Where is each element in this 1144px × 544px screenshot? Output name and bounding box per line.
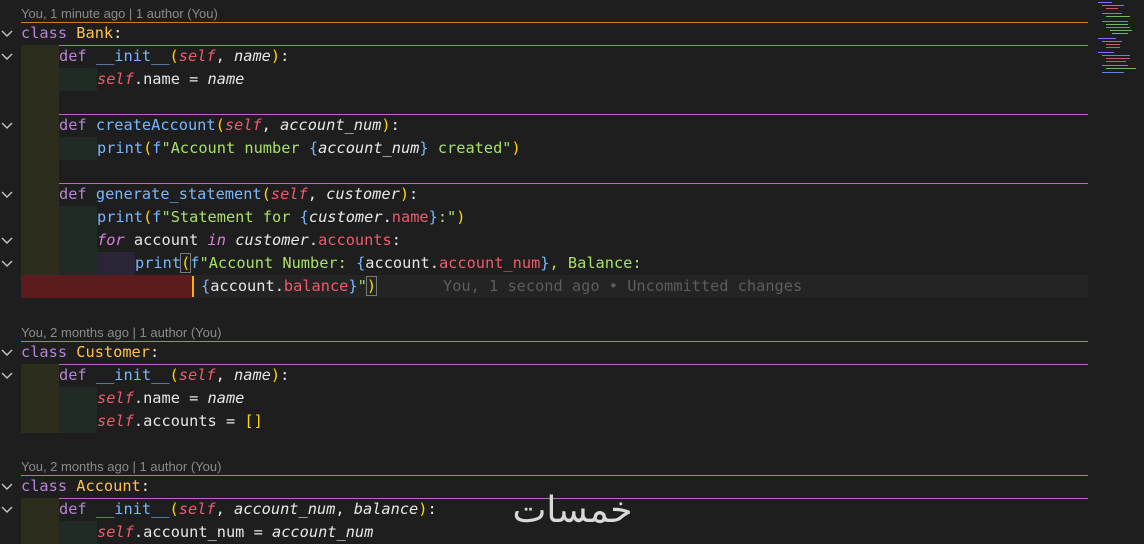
code-line: class Customer: xyxy=(0,341,1088,364)
code-editor[interactable]: You, 1 minute ago | 1 author (You) class… xyxy=(0,0,1088,544)
code-line: def createAccount(self, account_num): xyxy=(0,114,1088,137)
fold-chevron-icon[interactable] xyxy=(1,257,13,269)
fold-chevron-icon[interactable] xyxy=(1,119,13,131)
fold-chevron-icon[interactable] xyxy=(1,369,13,381)
code-line: self.name = name xyxy=(0,68,1088,91)
code-line: print(f"Account number {account_num} cre… xyxy=(0,137,1088,160)
code-line: class Bank: xyxy=(0,22,1088,45)
fold-chevron-icon[interactable] xyxy=(1,27,13,39)
code-line: def __init__(self, name): xyxy=(0,45,1088,68)
codelens-bank[interactable]: You, 1 minute ago | 1 author (You) xyxy=(21,4,218,24)
fold-chevron-icon[interactable] xyxy=(1,188,13,200)
codelens-account[interactable]: You, 2 months ago | 1 author (You) xyxy=(21,457,221,477)
fold-chevron-icon[interactable] xyxy=(1,50,13,62)
fold-chevron-icon[interactable] xyxy=(1,234,13,246)
inline-blame: You, 1 second ago • Uncommitted changes xyxy=(443,277,803,295)
text-cursor xyxy=(192,276,194,297)
code-line: for account in customer.accounts: xyxy=(0,229,1088,252)
fold-chevron-icon[interactable] xyxy=(1,346,13,358)
code-line xyxy=(0,91,1088,114)
code-line xyxy=(0,160,1088,183)
class-name: Bank xyxy=(76,24,114,42)
error-indent xyxy=(21,275,59,298)
code-line-current: {account.balance}") You, 1 second ago • … xyxy=(0,275,1088,298)
code-line: self.name = name xyxy=(0,387,1088,410)
code-line: def generate_statement(self, customer): xyxy=(0,183,1088,206)
minimap[interactable] xyxy=(1092,0,1144,80)
code-line: print(f"Statement for {customer.name}:") xyxy=(0,206,1088,229)
indent-guide xyxy=(21,45,59,68)
code-line: self.accounts = [] xyxy=(0,410,1088,433)
codelens-customer[interactable]: You, 2 months ago | 1 author (You) xyxy=(21,323,221,343)
fold-chevron-icon[interactable] xyxy=(1,503,13,515)
keyword: class xyxy=(21,24,68,42)
code-line: def __init__(self, name): xyxy=(0,364,1088,387)
watermark-logo: خمسات xyxy=(512,490,633,531)
code-line: print(f"Account Number: {account.account… xyxy=(0,252,1088,275)
fold-chevron-icon[interactable] xyxy=(1,480,13,492)
